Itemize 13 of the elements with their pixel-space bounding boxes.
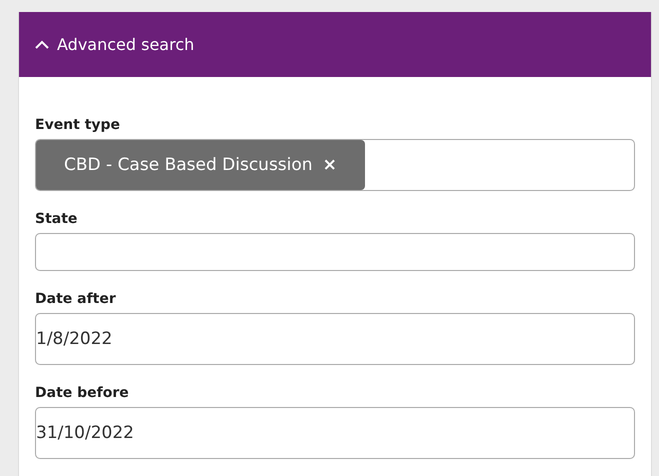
field-label: Date before bbox=[35, 385, 130, 401]
text-field[interactable]: 31/10/2022 bbox=[35, 407, 635, 459]
field-label: State bbox=[35, 211, 78, 227]
field-label: Date after bbox=[35, 291, 117, 307]
chevron-icon bbox=[35, 40, 49, 50]
panel-title: Advanced search bbox=[57, 35, 194, 54]
tag-text: CBD - Case Based Discussion bbox=[64, 155, 313, 175]
text-field[interactable] bbox=[35, 233, 635, 271]
text-field[interactable]: 1/8/2022 bbox=[35, 313, 635, 365]
tag-input-field[interactable]: CBD - Case Based Discussion × bbox=[35, 139, 635, 191]
field-label: Event type bbox=[35, 117, 122, 133]
remove-tag-button[interactable]: × bbox=[322, 155, 337, 175]
panel-header[interactable]: Advanced search bbox=[19, 12, 651, 77]
